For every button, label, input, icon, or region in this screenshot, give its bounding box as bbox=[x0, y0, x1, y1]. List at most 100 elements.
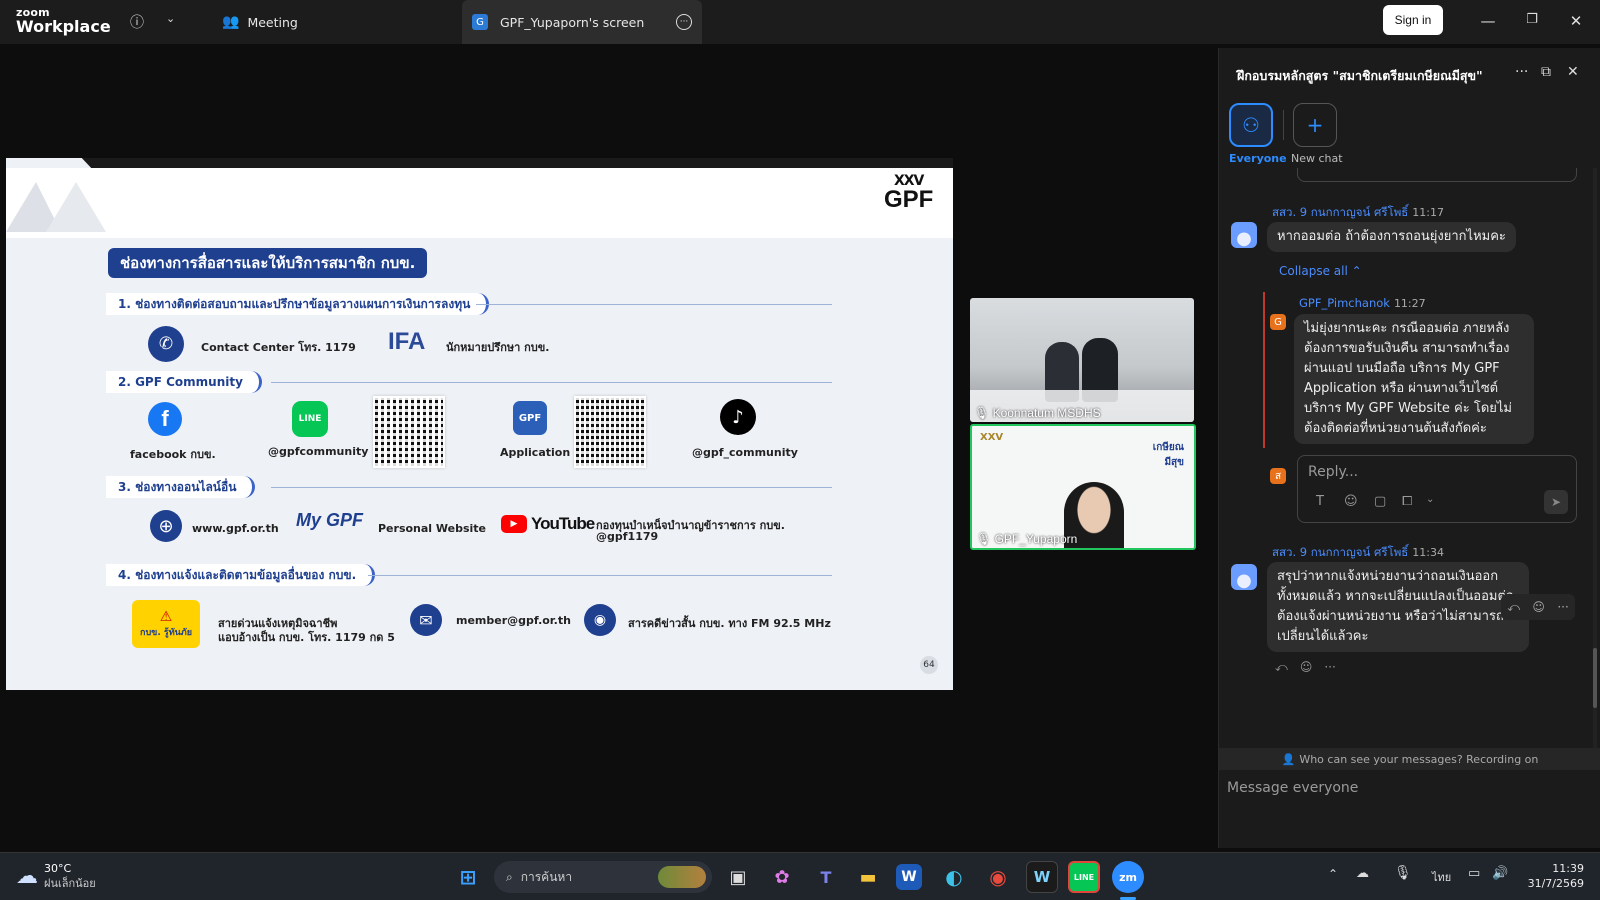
popout-icon[interactable]: ⧉ bbox=[1541, 64, 1551, 80]
message-bubble: ไม่ยุ่งยากนะคะ กรณีออมต่อ ภายหลังต้องการ… bbox=[1294, 314, 1534, 444]
search-placeholder: การค้นหา bbox=[520, 869, 573, 884]
minimize-icon[interactable]: — bbox=[1478, 12, 1498, 30]
clock-time: 11:39 bbox=[1552, 862, 1584, 875]
reply-avatar: ส bbox=[1270, 468, 1286, 484]
message-bubble: หากออมต่อ ถ้าต้องการถอนยุ่งยากไหมคะ bbox=[1267, 222, 1516, 252]
format-text-icon[interactable]: T bbox=[1316, 494, 1324, 509]
tiktok-label: @gpf_community bbox=[692, 446, 798, 459]
message-input[interactable]: Message everyone bbox=[1227, 780, 1587, 796]
chevron-up-icon[interactable]: ⌃ bbox=[1328, 867, 1338, 881]
message-sender: GPF_Pimchanok 11:27 bbox=[1299, 296, 1426, 310]
chrome-icon[interactable]: ◉ bbox=[982, 861, 1014, 893]
video-name-label: 🎙 GPF_Yupaporn bbox=[976, 532, 1077, 546]
website-label: www.gpf.or.th bbox=[192, 522, 279, 535]
volume-icon[interactable]: 🔊 bbox=[1492, 866, 1508, 881]
page-number: 64 bbox=[920, 656, 938, 674]
edge-icon[interactable]: ◐ bbox=[938, 861, 970, 893]
reaction-icon[interactable]: ☺ bbox=[1532, 600, 1545, 614]
contact-center-text: Contact Center โทร. 1179 bbox=[201, 341, 356, 354]
chevron-down-icon[interactable]: ⌄ bbox=[1426, 494, 1434, 505]
copilot-icon[interactable]: ✿ bbox=[766, 861, 798, 893]
message-sender: สสว. 9 กนกกาญจน์ ศรีโพธิ์ 11:34 bbox=[1272, 544, 1444, 562]
sender-name: GPF_Pimchanok bbox=[1299, 296, 1390, 310]
video-tile-yupaporn[interactable]: ⅩⅩⅤ เกษียณ มีสุข 🎙 GPF_Yupaporn bbox=[970, 424, 1196, 550]
clock[interactable]: 11:39 31/7/2569 bbox=[1520, 861, 1584, 891]
line-qr-code bbox=[373, 396, 445, 468]
ifa-logo: IFA bbox=[388, 328, 426, 355]
more-icon[interactable]: ··· bbox=[1557, 600, 1568, 614]
phone-icon: ✆ bbox=[148, 326, 184, 362]
taskbar-search[interactable]: ⌕ การค้นหา bbox=[494, 861, 712, 893]
cloud-off-icon[interactable]: ☁ bbox=[1356, 866, 1369, 881]
section-3-line bbox=[271, 487, 832, 488]
pen-app-icon[interactable]: W bbox=[1026, 861, 1058, 893]
everyone-label: Everyone bbox=[1229, 152, 1287, 165]
radio-label: สารคดีข่าวสั้น กบข. ทาง FM 92.5 MHz bbox=[628, 617, 831, 630]
reply-icon[interactable]: ⤺ bbox=[1275, 660, 1288, 675]
reply-box[interactable]: Reply... T ☺ ▢ ⧠ ⌄ ➤ bbox=[1297, 455, 1577, 523]
weather-desc: ฝนเล็กน้อย bbox=[44, 877, 96, 890]
tab-meeting-label: Meeting bbox=[247, 14, 298, 30]
more-icon[interactable]: ··· bbox=[1324, 660, 1335, 675]
privacy-bar[interactable]: 👤 Who can see your messages? Recording on bbox=[1219, 748, 1600, 770]
scroll-thumb[interactable] bbox=[1593, 648, 1597, 708]
ifa-text: นักหมายปรึกษา กบข. bbox=[446, 341, 550, 354]
button-divider bbox=[1283, 110, 1284, 140]
new-chat-button[interactable]: + bbox=[1293, 103, 1337, 147]
everyone-button[interactable]: ⚇ bbox=[1229, 103, 1273, 147]
reply-icon[interactable]: ⤺ bbox=[1507, 600, 1520, 615]
video-name-text: Koonnatum MSDHS bbox=[992, 406, 1101, 420]
restore-icon[interactable]: ❐ bbox=[1522, 12, 1542, 27]
chat-messages[interactable]: ● สสว. 9 กนกกาญจน์ ศรีโพธิ์ 11:17 หากออมต… bbox=[1219, 168, 1600, 748]
chevron-down-icon[interactable]: ⌄ bbox=[166, 12, 175, 25]
message-bubble: สรุปว่าหากแจ้งหน่วยงานว่าถอนเงินออกทั้งห… bbox=[1267, 562, 1529, 652]
file-icon[interactable]: ▢ bbox=[1374, 494, 1386, 509]
info-icon[interactable]: ⓘ bbox=[130, 12, 144, 32]
line-app-icon[interactable]: LINE bbox=[1068, 861, 1100, 893]
close-chat-icon[interactable]: ✕ bbox=[1567, 64, 1579, 80]
teams-icon[interactable]: T bbox=[810, 861, 842, 893]
weather-widget[interactable]: ☁ 30°C ฝนเล็กน้อย bbox=[16, 861, 96, 891]
youtube-wordmark: YouTube bbox=[531, 514, 595, 533]
close-icon[interactable]: ✕ bbox=[1566, 12, 1586, 30]
plus-icon: + bbox=[1306, 113, 1324, 137]
zoom-workplace-logo: zoom Workplace bbox=[16, 7, 111, 35]
file-explorer-icon[interactable]: ▬ bbox=[852, 861, 884, 893]
new-chat-label: New chat bbox=[1291, 152, 1343, 165]
sender-name: สสว. 9 กนกกาญจน์ ศรีโพธิ์ bbox=[1272, 205, 1409, 219]
microphone-icon[interactable]: 🎙 bbox=[1394, 865, 1412, 881]
chevron-up-icon: ⌃ bbox=[1351, 264, 1362, 278]
sign-in-button[interactable]: Sign in bbox=[1383, 5, 1443, 35]
sender-name: สสว. 9 กนกกาญจน์ ศรีโพธิ์ bbox=[1272, 545, 1409, 559]
section-1-header: 1. ช่องทางติดต่อสอบถามและปรึกษาข้อมูลวาง… bbox=[106, 293, 490, 315]
section-1-line bbox=[476, 304, 832, 305]
windows-start-icon[interactable]: ⊞ bbox=[452, 861, 484, 893]
reply-input[interactable]: Reply... bbox=[1308, 464, 1358, 480]
task-view-icon[interactable]: ▣ bbox=[722, 861, 754, 893]
person-lock-icon: 👤 bbox=[1281, 752, 1296, 766]
pimchanok-avatar: G bbox=[1270, 314, 1286, 330]
video-name-label: 🎙 Koonnatum MSDHS bbox=[974, 406, 1101, 420]
previous-reply-box-edge bbox=[1297, 168, 1577, 182]
mic-muted-icon: 🎙 bbox=[974, 406, 990, 420]
tab-shared-screen-label: GPF_Yupaporn's screen bbox=[500, 14, 645, 30]
more-icon[interactable]: ··· bbox=[1515, 64, 1528, 80]
scrollbar[interactable] bbox=[1593, 168, 1597, 748]
video-tile-koonnatum[interactable]: 🎙 Koonnatum MSDHS bbox=[970, 298, 1194, 422]
emoji-icon[interactable]: ☺ bbox=[1344, 494, 1358, 509]
reaction-icon[interactable]: ☺ bbox=[1300, 660, 1313, 675]
slide-watermark-shape bbox=[6, 182, 106, 232]
tab-shared-screen[interactable]: G GPF_Yupaporn's screen ··· bbox=[462, 0, 702, 44]
network-icon[interactable]: ▭ bbox=[1468, 866, 1480, 881]
send-icon[interactable]: ➤ bbox=[1544, 490, 1568, 514]
more-options-icon[interactable]: ··· bbox=[676, 14, 692, 30]
clock-date: 31/7/2569 bbox=[1527, 877, 1584, 890]
input-language[interactable]: ไทย bbox=[1432, 868, 1451, 886]
tab-meeting[interactable]: 👥 Meeting bbox=[214, 0, 306, 44]
zoom-app-icon[interactable]: zm bbox=[1112, 861, 1144, 893]
collapse-all-link[interactable]: Collapse all ⌃ bbox=[1279, 264, 1362, 278]
avatar: ● bbox=[1231, 564, 1257, 590]
screenshot-icon[interactable]: ⧠ bbox=[1402, 494, 1412, 509]
word-icon[interactable]: W bbox=[896, 864, 922, 890]
weather-cloud-icon: ☁ bbox=[16, 863, 38, 889]
